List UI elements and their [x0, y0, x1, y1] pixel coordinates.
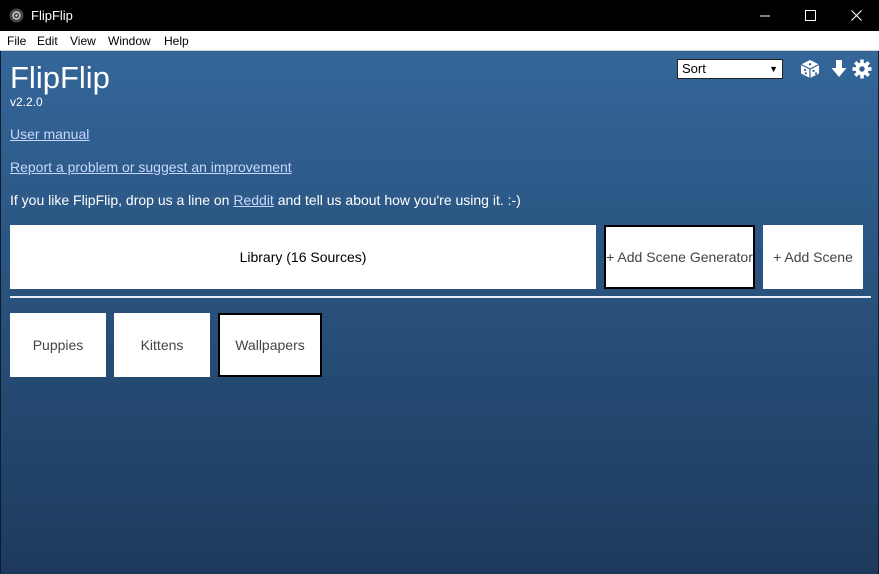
app-version: v2.2.0	[10, 95, 43, 109]
scene-tile-label: Wallpapers	[235, 337, 305, 353]
scene-tile-label: Kittens	[140, 337, 184, 353]
scene-tile-label: Puppies	[32, 337, 84, 353]
close-button[interactable]	[833, 0, 879, 31]
download-icon[interactable]	[829, 59, 849, 79]
reddit-link[interactable]: Reddit	[233, 192, 273, 208]
chevron-down-icon: ▼	[769, 64, 778, 74]
gear-icon[interactable]	[852, 59, 872, 79]
sort-select-value: Sort	[682, 61, 706, 76]
add-scene-label: + Add Scene	[773, 249, 853, 265]
menu-file[interactable]: File	[7, 34, 26, 48]
app-icon	[9, 8, 24, 23]
section-divider	[10, 296, 871, 298]
library-card-label: Library (16 Sources)	[239, 249, 367, 265]
add-scene-generator-button[interactable]: + Add Scene Generator	[604, 225, 755, 289]
blurb-after: and tell us about how you're using it. :…	[273, 192, 521, 208]
main-content: FlipFlip v2.2.0 User manual Report a pro…	[0, 51, 879, 574]
library-card[interactable]: Library (16 Sources)	[10, 225, 596, 289]
scene-tile-puppies[interactable]: Puppies	[10, 313, 106, 377]
sort-select[interactable]: Sort ▼	[677, 59, 783, 79]
menu-window[interactable]: Window	[108, 34, 151, 48]
maximize-icon	[804, 10, 816, 21]
minimize-icon	[759, 15, 770, 17]
dice-icon[interactable]	[800, 59, 820, 79]
app-title: FlipFlip	[10, 60, 110, 95]
user-manual-link[interactable]: User manual	[10, 126, 89, 142]
close-icon	[850, 10, 862, 21]
menu-help[interactable]: Help	[164, 34, 189, 48]
maximize-button[interactable]	[787, 0, 833, 31]
minimize-button[interactable]	[742, 0, 788, 31]
menu-view[interactable]: View	[70, 34, 96, 48]
menu-edit[interactable]: Edit	[37, 34, 58, 48]
report-problem-link[interactable]: Report a problem or suggest an improveme…	[10, 159, 292, 175]
scene-tile-kittens[interactable]: Kittens	[114, 313, 210, 377]
title-bar: FlipFlip	[0, 0, 879, 31]
blurb-before: If you like FlipFlip, drop us a line on	[10, 192, 234, 208]
add-scene-generator-label: + Add Scene Generator	[606, 249, 753, 265]
menu-bar: File Edit View Window Help	[0, 31, 879, 51]
reddit-blurb: If you like FlipFlip, drop us a line on …	[10, 192, 521, 208]
add-scene-button[interactable]: + Add Scene	[763, 225, 863, 289]
scene-tile-wallpapers[interactable]: Wallpapers	[218, 313, 322, 377]
window-title: FlipFlip	[31, 8, 73, 23]
